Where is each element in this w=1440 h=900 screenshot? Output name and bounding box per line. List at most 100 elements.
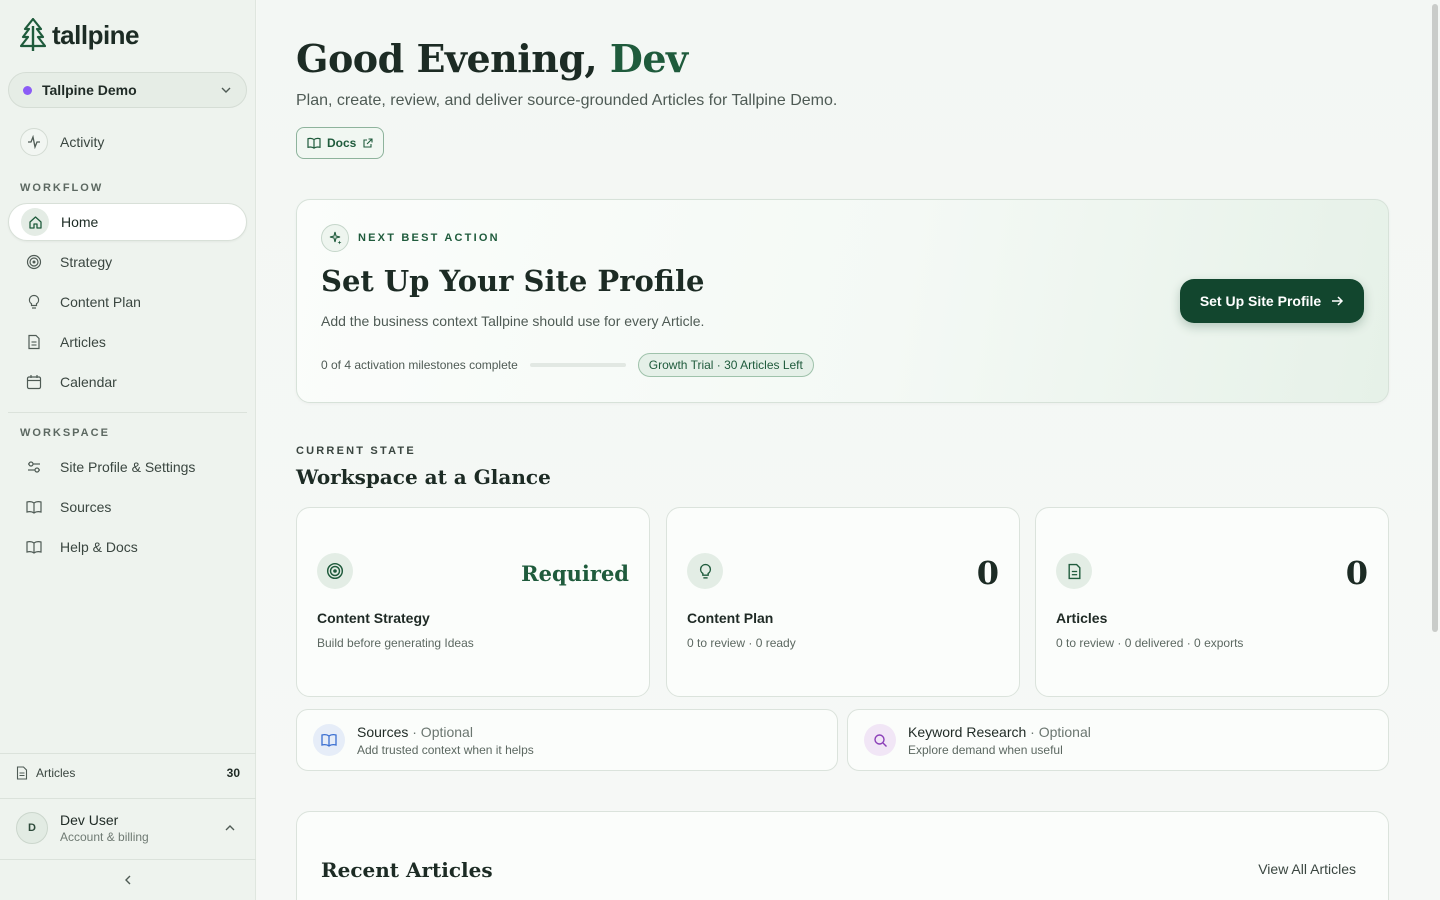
sidebar-item-strategy[interactable]: Strategy <box>8 243 247 281</box>
book-icon <box>20 493 48 521</box>
optional-title: Keyword Research · Optional <box>908 724 1091 740</box>
optional-name: Keyword Research <box>908 723 1027 740</box>
sidebar-item-articles[interactable]: Articles <box>8 323 247 361</box>
chevron-up-icon <box>225 825 235 831</box>
optional-subtitle: Explore demand when useful <box>908 742 1063 757</box>
sidebar-item-content-plan[interactable]: Content Plan <box>8 283 247 321</box>
page-subtitle: Plan, create, review, and deliver source… <box>296 92 838 109</box>
sidebar-item-label: Articles <box>60 334 106 350</box>
lightbulb-icon <box>20 288 48 316</box>
card-subtitle: 0 to review · 0 ready <box>687 636 796 650</box>
activation-progress: 0 of 4 activation milestones complete Gr… <box>321 353 814 377</box>
docs-button-label: Docs <box>327 136 357 150</box>
target-icon <box>317 553 353 589</box>
pine-tree-icon <box>20 18 46 51</box>
user-menu[interactable]: D Dev User Account & billing <box>16 812 240 844</box>
page-title: Good Evening, Dev <box>296 36 688 81</box>
greeting-text: Good Evening, <box>296 36 598 81</box>
sidebar-footer-divider <box>0 753 256 754</box>
sidebar-item-label: Content Plan <box>60 294 141 310</box>
workflow-section-label: WORKFLOW <box>20 182 104 194</box>
target-icon <box>20 248 48 276</box>
sidebar-item-activity[interactable]: Activity <box>8 123 247 161</box>
view-all-articles-link[interactable]: View All Articles <box>1258 861 1356 877</box>
workspace-section-label: WORKSPACE <box>20 427 110 439</box>
content-plan-card[interactable]: 0 Content Plan 0 to review · 0 ready <box>666 507 1020 697</box>
card-title: Content Strategy <box>317 610 430 626</box>
scrollbar-thumb[interactable] <box>1432 4 1438 632</box>
main-content: Good Evening, Dev Plan, create, review, … <box>257 0 1440 900</box>
optional-title: Sources · Optional <box>357 724 534 740</box>
book-icon <box>307 137 321 149</box>
activity-icon <box>20 128 48 156</box>
sidebar: tallpine Tallpine Demo Activity WORKFLOW… <box>0 0 256 900</box>
sidebar-item-calendar[interactable]: Calendar <box>8 363 247 401</box>
card-value: 0 <box>1345 554 1368 592</box>
document-icon <box>16 766 28 780</box>
collapse-sidebar-button[interactable] <box>118 872 138 888</box>
trial-badge: Growth Trial · 30 Articles Left <box>637 353 814 377</box>
progress-text: 0 of 4 activation milestones complete <box>321 358 518 372</box>
home-icon <box>21 208 49 236</box>
document-icon <box>20 328 48 356</box>
sidebar-item-sources[interactable]: Sources <box>8 488 247 526</box>
current-state-label: CURRENT STATE <box>296 445 416 457</box>
card-value: Required <box>521 561 629 586</box>
recent-articles-title: Recent Articles <box>321 858 493 882</box>
search-icon <box>864 724 896 756</box>
docs-button[interactable]: Docs <box>296 127 385 159</box>
optional-subtitle: Add trusted context when it helps <box>357 742 534 757</box>
avatar: D <box>16 812 48 844</box>
document-icon <box>1056 553 1092 589</box>
card-subtitle: 0 to review · 0 delivered · 0 exports <box>1056 636 1244 650</box>
next-best-action-title: Set Up Your Site Profile <box>321 264 705 298</box>
sidebar-item-label: Home <box>61 214 99 230</box>
lightbulb-icon <box>687 553 723 589</box>
book-icon <box>313 724 345 756</box>
set-up-site-profile-button[interactable]: Set Up Site Profile <box>1180 279 1364 323</box>
card-title: Articles <box>1056 610 1108 626</box>
card-value: 0 <box>976 554 999 592</box>
glance-title: Workspace at a Glance <box>296 465 551 489</box>
user-name: Dev User <box>60 812 119 828</box>
progress-bar <box>529 363 626 367</box>
sidebar-item-help-docs[interactable]: Help & Docs <box>8 528 247 566</box>
sidebar-item-label: Help & Docs <box>60 539 138 555</box>
sidebar-footer-divider <box>0 859 256 860</box>
optional-name: Sources <box>357 723 409 740</box>
logo[interactable]: tallpine <box>20 18 140 52</box>
sliders-icon <box>20 453 48 481</box>
sidebar-footer-divider <box>0 798 256 799</box>
workspace-dot <box>23 85 32 95</box>
logo-text: tallpine <box>52 19 140 50</box>
sidebar-item-label: Site Profile & Settings <box>60 459 196 475</box>
content-strategy-card[interactable]: Required Content Strategy Build before g… <box>296 507 650 697</box>
sidebar-item-label: Calendar <box>60 374 117 390</box>
articles-quota: Articles 30 <box>16 766 240 780</box>
sidebar-item-label: Sources <box>60 499 112 515</box>
next-best-action-label: NEXT BEST ACTION <box>358 232 500 244</box>
sources-optional-card[interactable]: Sources · Optional Add trusted context w… <box>296 709 838 771</box>
next-best-action-card: NEXT BEST ACTION Set Up Your Site Profil… <box>296 199 1389 403</box>
book-icon <box>20 533 48 561</box>
external-link-icon <box>363 137 373 148</box>
sidebar-item-label: Activity <box>60 134 105 150</box>
keyword-research-optional-card[interactable]: Keyword Research · Optional Explore dema… <box>847 709 1389 771</box>
sidebar-item-site-profile[interactable]: Site Profile & Settings <box>8 448 247 486</box>
workspace-name: Tallpine Demo <box>42 82 137 98</box>
articles-card[interactable]: 0 Articles 0 to review · 0 delivered · 0… <box>1035 507 1389 697</box>
sidebar-item-label: Strategy <box>60 254 113 270</box>
greeting-name: Dev <box>609 36 688 81</box>
user-subtitle: Account & billing <box>60 830 149 844</box>
card-title: Content Plan <box>687 610 774 626</box>
workspace-selector[interactable]: Tallpine Demo <box>8 72 247 108</box>
sidebar-item-home[interactable]: Home <box>8 203 247 241</box>
articles-quota-count: 30 <box>226 766 240 780</box>
calendar-icon <box>20 368 48 396</box>
chevron-down-icon <box>221 87 231 93</box>
sidebar-divider <box>8 412 247 413</box>
optional-tag: · Optional <box>408 723 473 740</box>
chevron-left-icon <box>125 875 131 885</box>
articles-quota-label: Articles <box>36 766 76 780</box>
cta-label: Set Up Site Profile <box>1199 293 1322 309</box>
